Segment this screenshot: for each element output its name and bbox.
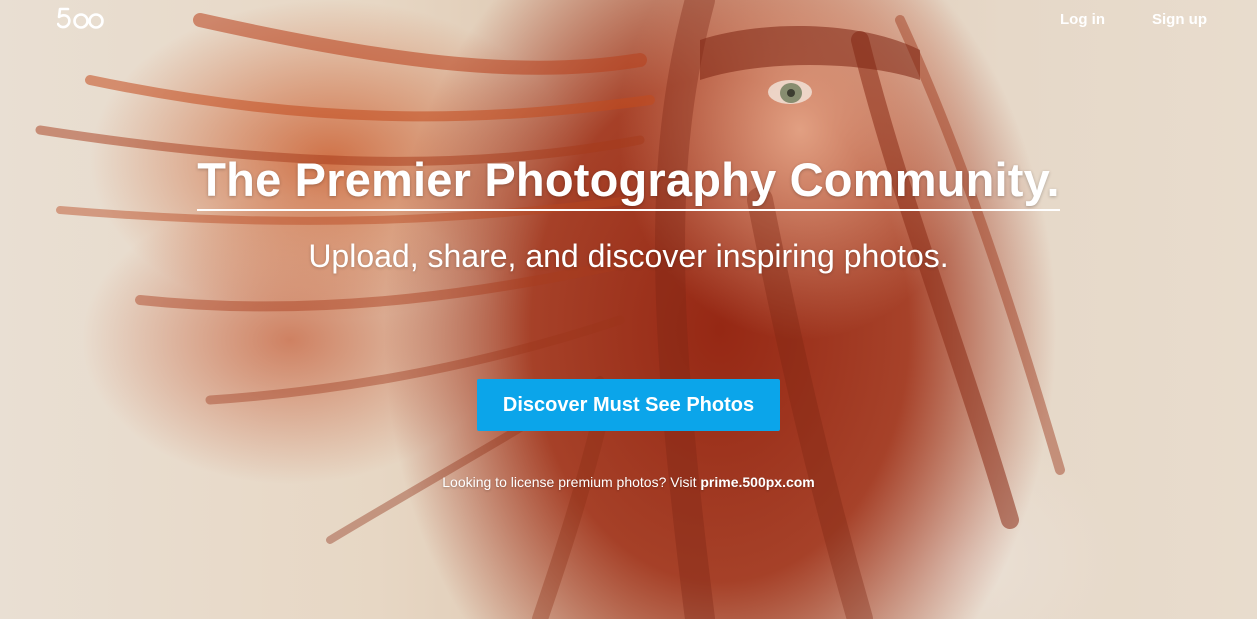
hero-headline-text: The Premier Photography Community. — [197, 152, 1060, 211]
hero-section: Log in Sign up The Premier Photography C… — [0, 0, 1257, 619]
500px-logo-icon[interactable] — [57, 6, 109, 32]
top-navigation: Log in Sign up — [0, 0, 1257, 40]
license-notice-text: Looking to license premium photos? Visit — [442, 474, 701, 490]
license-notice: Looking to license premium photos? Visit… — [0, 474, 1257, 490]
discover-photos-button[interactable]: Discover Must See Photos — [477, 379, 780, 431]
hero-background-image — [35, 0, 1065, 619]
hero-subheadline: Upload, share, and discover inspiring ph… — [308, 238, 949, 274]
prime-link[interactable]: prime.500px.com — [700, 474, 814, 490]
login-link[interactable]: Log in — [1060, 11, 1105, 28]
signup-link[interactable]: Sign up — [1152, 11, 1207, 28]
hero-headline: The Premier Photography Community. — [0, 152, 1257, 211]
